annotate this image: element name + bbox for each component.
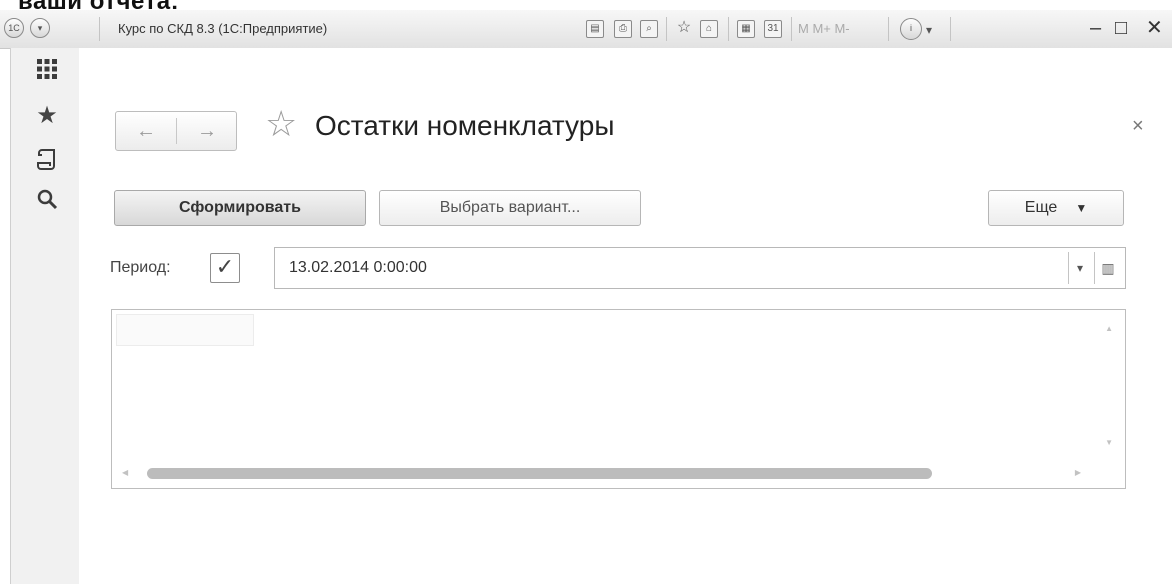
app-logo-icon[interactable]: 1С: [4, 18, 24, 38]
calculator-icon[interactable]: ▦: [737, 20, 755, 38]
forward-button[interactable]: →: [177, 112, 237, 150]
history-icon[interactable]: [33, 147, 61, 175]
maximize-button[interactable]: □: [1115, 16, 1127, 40]
report-form: ← → ☆ Остатки номенклатуры × Сформироват…: [79, 48, 1172, 584]
close-window-button[interactable]: ✕: [1146, 16, 1163, 40]
page-title: Остатки номенклатуры: [315, 110, 615, 141]
titlebar-divider: [99, 17, 100, 41]
choose-variant-button[interactable]: Выбрать вариант...: [379, 190, 641, 226]
bookmark-icon[interactable]: ⌂: [700, 20, 718, 38]
horizontal-scrollbar-thumb[interactable]: [147, 468, 932, 479]
generate-button[interactable]: Сформировать: [114, 190, 366, 226]
period-date-field[interactable]: 13.02.2014 0:00:00 ▾ ▥: [274, 247, 1126, 289]
titlebar-divider: [791, 17, 792, 41]
chevron-down-icon: ▼: [1075, 201, 1088, 215]
titlebar-divider: [950, 17, 951, 41]
window-menu-icon[interactable]: ▾: [30, 18, 50, 38]
dropdown-icon[interactable]: ▾: [1068, 252, 1091, 284]
minimize-button[interactable]: –: [1090, 16, 1101, 40]
favorite-star-icon[interactable]: ☆: [265, 104, 297, 144]
scroll-up-icon[interactable]: ▲: [1105, 324, 1113, 333]
calendar-icon[interactable]: 31: [764, 20, 782, 38]
scroll-left-icon[interactable]: ◀: [122, 468, 128, 477]
titlebar-divider: [888, 17, 889, 41]
navigation-buttons: ← →: [115, 111, 237, 151]
more-button[interactable]: Еще ▼: [988, 190, 1124, 226]
window-title: Курс по СКД 8.3 (1С:Предприятие): [118, 21, 328, 36]
memory-buttons[interactable]: M M+ M-: [798, 21, 850, 36]
star-icon[interactable]: ★: [33, 102, 61, 130]
search-icon[interactable]: [33, 188, 61, 216]
info-dropdown-icon[interactable]: ▾: [926, 23, 932, 37]
period-label: Период:: [110, 259, 171, 276]
calendar-icon[interactable]: ▥: [1094, 252, 1121, 284]
report-result-area[interactable]: ▲ ▼ ◀ ▶: [111, 309, 1126, 489]
preview-icon[interactable]: ⌕: [640, 20, 658, 38]
print-icon[interactable]: ⎙: [614, 20, 632, 38]
more-label: Еще: [1024, 199, 1058, 216]
scroll-right-icon[interactable]: ▶: [1075, 468, 1081, 477]
save-icon[interactable]: ▤: [586, 20, 604, 38]
period-checkbox[interactable]: ✓: [210, 253, 240, 283]
grid-icon[interactable]: [33, 58, 61, 86]
favorite-star-icon[interactable]: ☆: [675, 20, 693, 38]
section-panel: ★: [10, 48, 80, 584]
window-titlebar: 1С ▾ Курс по СКД 8.3 (1С:Предприятие) ▤ …: [0, 10, 1172, 49]
back-button[interactable]: ←: [116, 112, 176, 150]
titlebar-divider: [728, 17, 729, 41]
scroll-down-icon[interactable]: ▼: [1105, 438, 1113, 447]
info-icon[interactable]: i: [900, 18, 922, 40]
titlebar-divider: [666, 17, 667, 41]
report-cell[interactable]: [116, 314, 254, 346]
close-form-button[interactable]: ×: [1132, 114, 1144, 138]
period-date-value: 13.02.2014 0:00:00: [289, 259, 427, 276]
